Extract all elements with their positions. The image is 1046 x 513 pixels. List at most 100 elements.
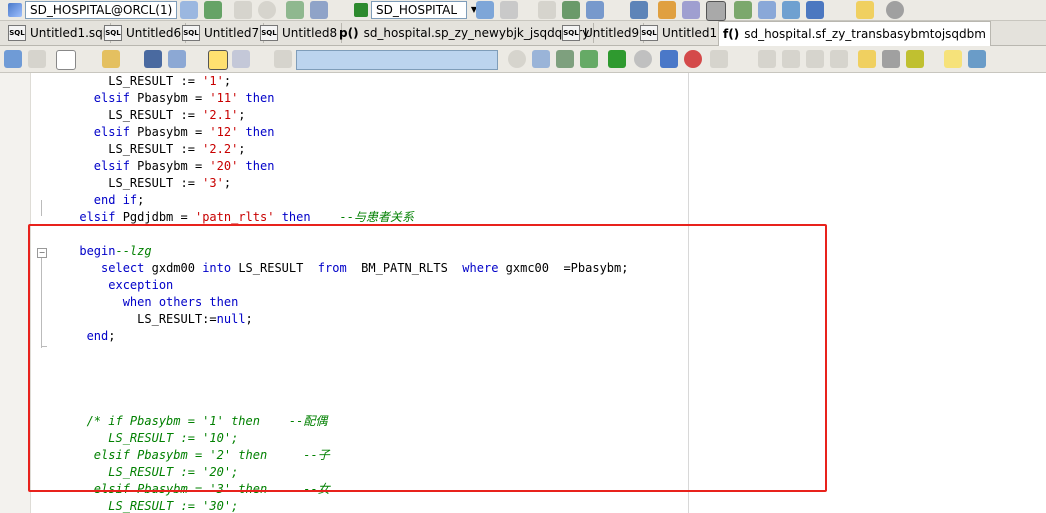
- step-icon[interactable]: [660, 50, 678, 68]
- tab-untitled9[interactable]: SQL Untitled9: [558, 23, 645, 43]
- code-token: then: [245, 91, 275, 105]
- tab-sp-zy-newybjk-jsqdquery[interactable]: p() sd_hospital.sp_zy_newybjk_jsqdquery: [335, 23, 595, 43]
- bookmark-icon[interactable]: [734, 1, 752, 19]
- sql-window-icon[interactable]: [180, 1, 198, 19]
- sql-icon: SQL: [104, 25, 122, 41]
- pause-icon[interactable]: [234, 1, 252, 19]
- code-token: Pbasybm =: [129, 125, 210, 139]
- sql-icon[interactable]: [532, 50, 550, 68]
- bookmark-icon[interactable]: [968, 50, 986, 68]
- tab-label: Untitled8: [282, 26, 338, 40]
- code-token: LS_RESULT :=: [108, 108, 203, 122]
- code-token: '11': [209, 91, 239, 105]
- paste-icon[interactable]: [782, 50, 800, 68]
- open-folder-icon[interactable]: [102, 50, 120, 68]
- compile-icon[interactable]: [556, 50, 574, 68]
- format-icon[interactable]: [830, 50, 848, 68]
- tab-label: Untitled6: [126, 26, 182, 40]
- code-token: LS_RESULT := '30';: [108, 499, 239, 513]
- check-icon[interactable]: [580, 50, 598, 68]
- refresh-icon[interactable]: [204, 1, 222, 19]
- tab-untitled8[interactable]: SQL Untitled8: [256, 23, 343, 43]
- code-token: '2.1': [202, 108, 239, 122]
- stop-icon[interactable]: [258, 1, 276, 19]
- code-token: '12': [209, 125, 239, 139]
- settings-icon[interactable]: [886, 1, 904, 19]
- list-icon[interactable]: [710, 50, 728, 68]
- tab-untitled7[interactable]: SQL Untitled7: [178, 23, 265, 43]
- connection-selector[interactable]: SD_HOSPITAL@ORCL(1) ▼: [8, 1, 189, 19]
- tab-untitled1[interactable]: SQL Untitled1.sql: [4, 23, 112, 43]
- stop-icon[interactable]: [634, 50, 652, 68]
- function-icon: f(): [723, 27, 740, 41]
- code-token: Pbasybm =: [129, 159, 210, 173]
- connection-icon: [8, 3, 22, 17]
- object-search-input[interactable]: [296, 50, 498, 70]
- new-file-icon[interactable]: [56, 50, 76, 70]
- code-line: LS_RESULT := '30';: [36, 498, 238, 513]
- save-as-icon[interactable]: [168, 50, 186, 68]
- schema-combo[interactable]: SD_HOSPITAL: [371, 1, 467, 19]
- forward-icon[interactable]: [806, 1, 824, 19]
- undo-icon[interactable]: [274, 50, 292, 68]
- code-line: elsif Pbasybm = '11' then: [36, 90, 275, 107]
- edit-icon[interactable]: [682, 1, 700, 19]
- refresh-icon[interactable]: [508, 50, 526, 68]
- code-line: end if;: [36, 192, 145, 209]
- code-assist-icon[interactable]: [208, 50, 228, 70]
- editor-tabbar: SQL Untitled1.sql SQL Untitled6 SQL Unti…: [0, 21, 1046, 46]
- debug-icon[interactable]: [684, 50, 702, 68]
- tab-untitled6[interactable]: SQL Untitled6: [100, 23, 187, 43]
- code-line: LS_RESULT := '3';: [36, 175, 231, 192]
- network-icon[interactable]: [782, 1, 800, 19]
- binary-icon[interactable]: [500, 1, 518, 19]
- find-icon[interactable]: [476, 1, 494, 19]
- editor-gutter: [0, 73, 31, 513]
- plugin-icon[interactable]: [658, 1, 676, 19]
- schema-selector[interactable]: SD_HOSPITAL ▼: [354, 1, 479, 19]
- code-token: elsif: [93, 159, 130, 173]
- tab-label: Untitled7: [204, 26, 260, 40]
- cut-icon[interactable]: [538, 1, 556, 19]
- highlight-icon[interactable]: [858, 50, 876, 68]
- window-icon[interactable]: [630, 1, 648, 19]
- save-icon[interactable]: [144, 50, 162, 68]
- export-icon[interactable]: [586, 1, 604, 19]
- rollback-icon[interactable]: [310, 1, 328, 19]
- cut-icon[interactable]: [806, 50, 824, 68]
- code-token: '20': [209, 159, 239, 173]
- code-token: '3': [202, 176, 224, 190]
- code-token: LS_RESULT :=: [108, 142, 203, 156]
- tools-icon[interactable]: [906, 50, 924, 68]
- code-token: ;: [223, 74, 232, 88]
- code-token: elsif: [93, 91, 130, 105]
- commit-icon[interactable]: [286, 1, 304, 19]
- sql-icon: SQL: [8, 25, 26, 41]
- help-icon[interactable]: [856, 1, 874, 19]
- tab-untitled11[interactable]: SQL Untitled11: [636, 23, 730, 43]
- forward-icon[interactable]: [28, 50, 46, 68]
- document-icon[interactable]: [706, 1, 726, 21]
- code-token: '2.2': [202, 142, 239, 156]
- filter-icon[interactable]: [882, 50, 900, 68]
- users-icon[interactable]: [758, 1, 776, 19]
- back-icon[interactable]: [4, 50, 22, 68]
- copy-icon[interactable]: [758, 50, 776, 68]
- split-view-icon[interactable]: [232, 50, 250, 68]
- tab-sf-zy-transbasybmtojsqdbm[interactable]: f() sd_hospital.sf_zy_transbasybmtojsqdb…: [718, 21, 991, 46]
- grid-icon[interactable]: [562, 1, 580, 19]
- hint-icon[interactable]: [944, 50, 962, 68]
- code-token: Pgdjdbm =: [115, 210, 195, 224]
- code-line: LS_RESULT := '1';: [36, 73, 231, 90]
- run-icon[interactable]: [608, 50, 626, 68]
- code-token: ;: [137, 193, 145, 207]
- connection-combo[interactable]: SD_HOSPITAL@ORCL(1): [25, 1, 178, 19]
